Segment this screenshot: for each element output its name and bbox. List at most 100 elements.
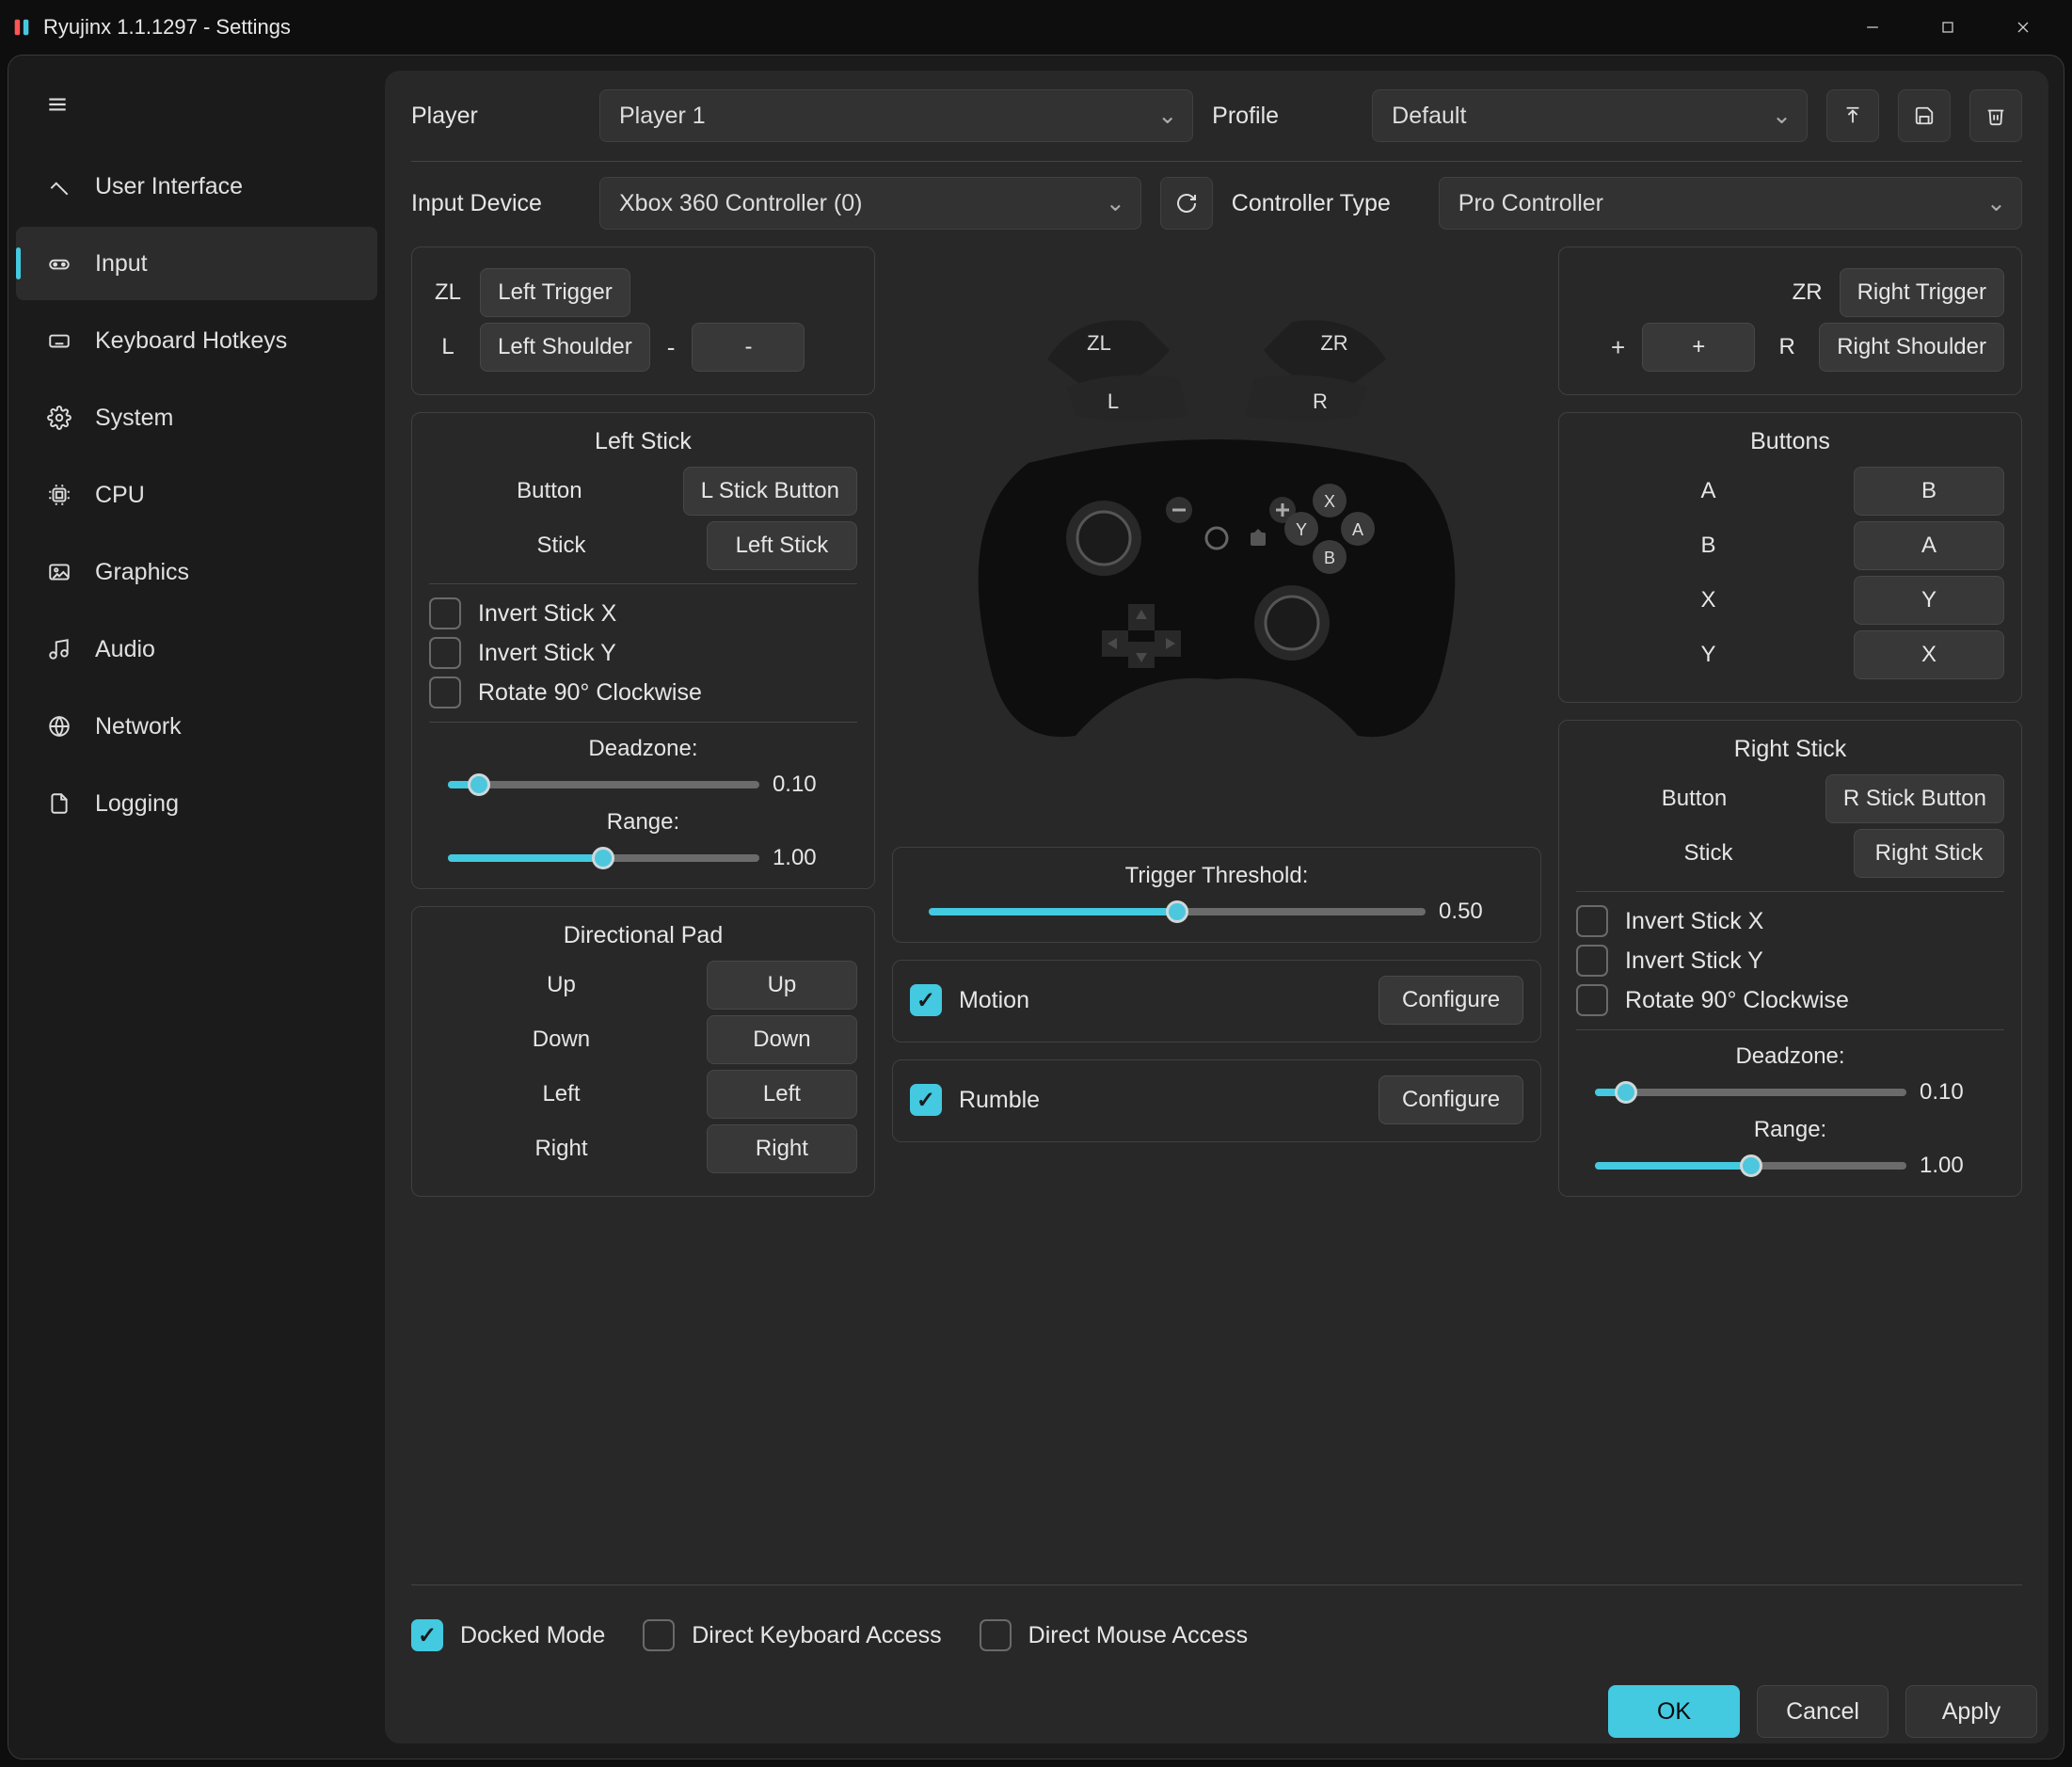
rs-stick-label: Stick bbox=[1576, 840, 1841, 867]
player-label: Player bbox=[411, 103, 581, 130]
dpad-down-mapping[interactable]: Down bbox=[707, 1015, 857, 1064]
delete-profile-button[interactable] bbox=[1969, 89, 2022, 142]
zl-mapping[interactable]: Left Trigger bbox=[480, 268, 630, 317]
player-value: Player 1 bbox=[619, 103, 706, 130]
ok-button[interactable]: OK bbox=[1608, 1685, 1740, 1738]
left-stick-box: Left Stick ButtonL Stick Button StickLef… bbox=[411, 412, 875, 889]
trigger-threshold-box: Trigger Threshold: 0.50 bbox=[892, 847, 1541, 943]
zr-mapping[interactable]: Right Trigger bbox=[1840, 268, 2004, 317]
refresh-devices-button[interactable] bbox=[1160, 177, 1213, 230]
dpad-up-mapping[interactable]: Up bbox=[707, 961, 857, 1010]
dpad-box: Directional Pad UpUp DownDown LeftLeft R… bbox=[411, 906, 875, 1197]
x-mapping[interactable]: Y bbox=[1854, 576, 2004, 625]
sidebar-item-network[interactable]: Network bbox=[16, 690, 377, 763]
l-label: L bbox=[429, 334, 467, 360]
minus-mapping[interactable]: - bbox=[692, 323, 805, 372]
chevron-down-icon: ⌄ bbox=[1772, 102, 1792, 130]
ls-invert-y-checkbox[interactable]: Invert Stick Y bbox=[429, 637, 857, 669]
trigger-threshold-slider[interactable]: 0.50 bbox=[910, 899, 1523, 925]
profile-select[interactable]: Default ⌄ bbox=[1372, 89, 1808, 142]
rs-invert-y-checkbox[interactable]: Invert Stick Y bbox=[1576, 945, 2004, 977]
apply-button[interactable]: Apply bbox=[1905, 1685, 2037, 1738]
dpad-right-mapping[interactable]: Right bbox=[707, 1124, 857, 1173]
direct-keyboard-checkbox[interactable]: Direct Keyboard Access bbox=[643, 1619, 941, 1651]
minus-label: - bbox=[663, 333, 679, 362]
settings-content: Player Player 1 ⌄ Profile Default ⌄ Inpu… bbox=[385, 71, 2048, 1743]
sidebar-item-keyboard-hotkeys[interactable]: Keyboard Hotkeys bbox=[16, 304, 377, 377]
motion-checkbox[interactable] bbox=[910, 984, 942, 1016]
svg-text:ZR: ZR bbox=[1320, 331, 1347, 355]
cancel-button[interactable]: Cancel bbox=[1757, 1685, 1889, 1738]
app-logo-icon bbox=[11, 17, 32, 38]
rs-range-slider[interactable]: 1.00 bbox=[1576, 1153, 2004, 1179]
sidebar-item-logging[interactable]: Logging bbox=[16, 767, 377, 840]
minimize-button[interactable] bbox=[1835, 7, 1910, 48]
plus-label: + bbox=[1607, 333, 1629, 362]
motion-box: Motion Configure bbox=[892, 960, 1541, 1043]
rs-rotate-checkbox[interactable]: Rotate 90° Clockwise bbox=[1576, 984, 2004, 1016]
ls-invert-x-checkbox[interactable]: Invert Stick X bbox=[429, 597, 857, 629]
close-button[interactable] bbox=[1985, 7, 2061, 48]
direct-mouse-checkbox[interactable]: Direct Mouse Access bbox=[980, 1619, 1248, 1651]
file-icon bbox=[46, 790, 72, 817]
rs-button-mapping[interactable]: R Stick Button bbox=[1825, 774, 2004, 823]
hamburger-button[interactable] bbox=[27, 74, 88, 135]
sidebar-item-user-interface[interactable]: User Interface bbox=[16, 150, 377, 223]
ls-deadzone-label: Deadzone: bbox=[429, 736, 857, 762]
ls-button-mapping[interactable]: L Stick Button bbox=[683, 467, 857, 516]
b-mapping[interactable]: A bbox=[1854, 521, 2004, 570]
rumble-checkbox[interactable] bbox=[910, 1084, 942, 1116]
ls-button-label: Button bbox=[429, 478, 670, 504]
ls-stick-label: Stick bbox=[429, 533, 693, 559]
rs-range-label: Range: bbox=[1576, 1117, 2004, 1143]
buttons-title: Buttons bbox=[1576, 428, 2004, 455]
sidebar-item-graphics[interactable]: Graphics bbox=[16, 535, 377, 609]
r-mapping[interactable]: Right Shoulder bbox=[1819, 323, 2004, 372]
svg-text:Y: Y bbox=[1296, 520, 1307, 539]
player-select[interactable]: Player 1 ⌄ bbox=[599, 89, 1193, 142]
input-device-select[interactable]: Xbox 360 Controller (0) ⌄ bbox=[599, 177, 1141, 230]
sidebar-item-input[interactable]: Input bbox=[16, 227, 377, 300]
input-icon bbox=[46, 250, 72, 277]
dpad-title: Directional Pad bbox=[429, 922, 857, 949]
gear-icon bbox=[46, 405, 72, 431]
svg-text:B: B bbox=[1324, 549, 1335, 567]
dpad-left-mapping[interactable]: Left bbox=[707, 1070, 857, 1119]
ls-range-label: Range: bbox=[429, 809, 857, 836]
zr-label: ZR bbox=[1789, 279, 1826, 306]
plus-mapping[interactable]: + bbox=[1642, 323, 1755, 372]
ls-range-slider[interactable]: 1.00 bbox=[429, 845, 857, 871]
save-profile-button[interactable] bbox=[1898, 89, 1951, 142]
y-mapping[interactable]: X bbox=[1854, 630, 2004, 679]
svg-text:L: L bbox=[1108, 390, 1119, 413]
rs-invert-x-checkbox[interactable]: Invert Stick X bbox=[1576, 905, 2004, 937]
rs-stick-mapping[interactable]: Right Stick bbox=[1854, 829, 2004, 878]
maximize-button[interactable] bbox=[1910, 7, 1985, 48]
l-mapping[interactable]: Left Shoulder bbox=[480, 323, 650, 372]
right-triggers-box: ZR Right Trigger + + R Right Shoulder bbox=[1558, 247, 2022, 395]
rs-deadzone-slider[interactable]: 0.10 bbox=[1576, 1079, 2004, 1106]
profile-value: Default bbox=[1392, 103, 1466, 130]
r-label: R bbox=[1768, 334, 1806, 360]
ls-rotate-checkbox[interactable]: Rotate 90° Clockwise bbox=[429, 677, 857, 708]
a-mapping[interactable]: B bbox=[1854, 467, 2004, 516]
sidebar-item-label: Network bbox=[95, 713, 182, 740]
sidebar-item-system[interactable]: System bbox=[16, 381, 377, 454]
load-profile-button[interactable] bbox=[1826, 89, 1879, 142]
music-icon bbox=[46, 636, 72, 662]
ls-deadzone-slider[interactable]: 0.10 bbox=[429, 772, 857, 798]
sidebar-item-audio[interactable]: Audio bbox=[16, 613, 377, 686]
rumble-configure-button[interactable]: Configure bbox=[1379, 1075, 1523, 1124]
rumble-box: Rumble Configure bbox=[892, 1059, 1541, 1142]
motion-configure-button[interactable]: Configure bbox=[1379, 976, 1523, 1025]
docked-mode-checkbox[interactable]: Docked Mode bbox=[411, 1619, 605, 1651]
right-stick-title: Right Stick bbox=[1576, 736, 2004, 763]
controller-type-select[interactable]: Pro Controller ⌄ bbox=[1439, 177, 2022, 230]
sidebar-item-label: System bbox=[95, 405, 173, 432]
sidebar-item-cpu[interactable]: CPU bbox=[16, 458, 377, 532]
left-triggers-box: ZL Left Trigger L Left Shoulder - - bbox=[411, 247, 875, 395]
rs-deadzone-label: Deadzone: bbox=[1576, 1043, 2004, 1070]
sidebar-item-label: Logging bbox=[95, 790, 179, 818]
globe-icon bbox=[46, 713, 72, 740]
ls-stick-mapping[interactable]: Left Stick bbox=[707, 521, 857, 570]
